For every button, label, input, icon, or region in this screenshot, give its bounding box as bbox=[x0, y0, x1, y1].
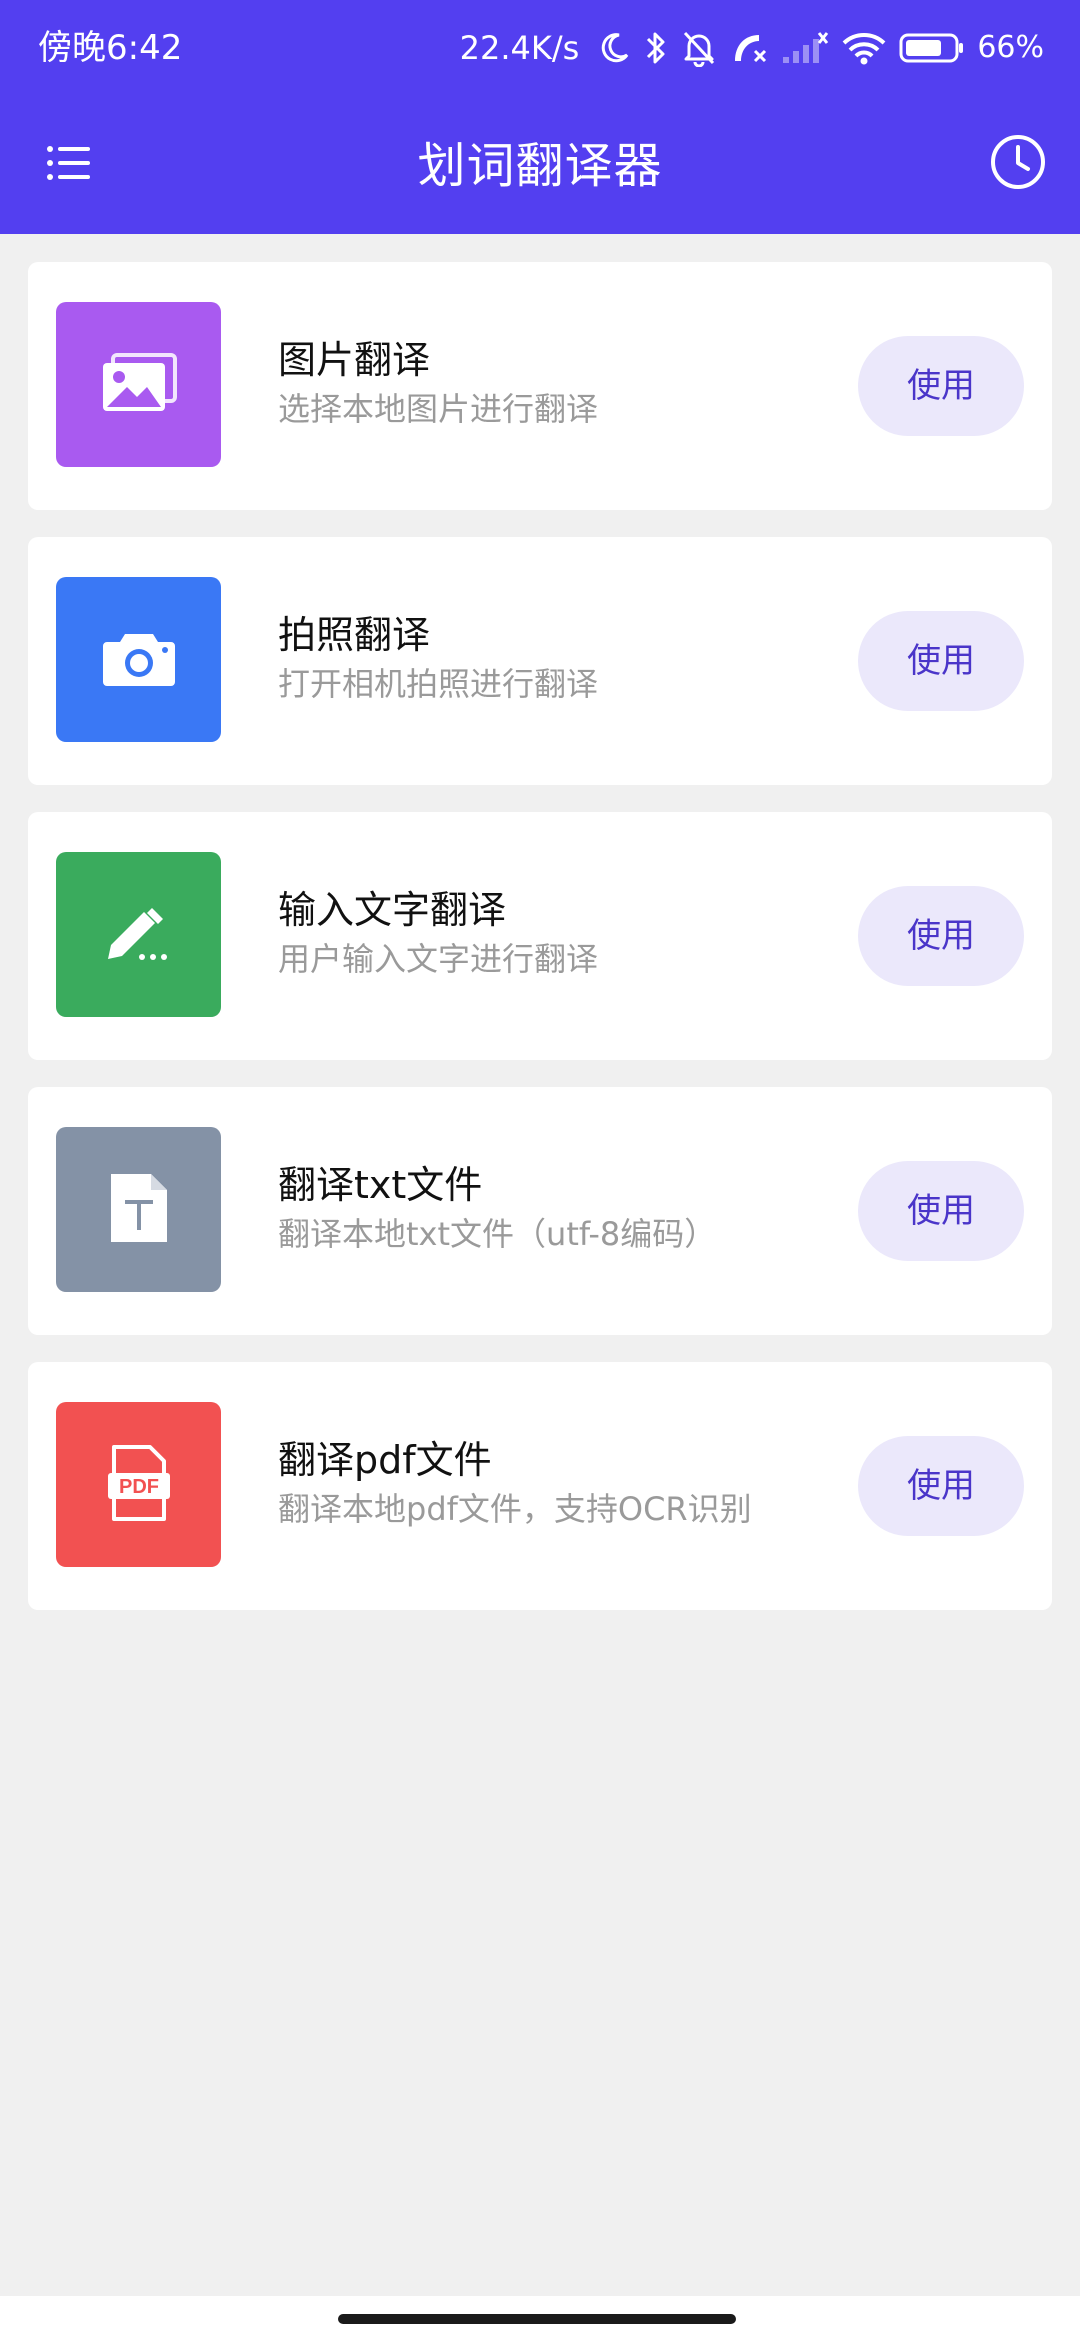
nav-bar bbox=[0, 2296, 1080, 2340]
bluetooth-icon bbox=[643, 29, 669, 67]
use-button-text-input[interactable]: 使用 bbox=[858, 886, 1024, 986]
pdf-label: PDF bbox=[119, 1476, 159, 1498]
feature-card-camera[interactable]: 拍照翻译 打开相机拍照进行翻译 使用 bbox=[28, 537, 1052, 785]
card-text: 翻译txt文件 翻译本地txt文件（utf-8编码） bbox=[278, 1161, 716, 1255]
feature-card-image[interactable]: 图片翻译 选择本地图片进行翻译 使用 bbox=[28, 262, 1052, 510]
net-speed: 22.4K/s bbox=[459, 29, 580, 67]
feature-list: 图片翻译 选择本地图片进行翻译 使用 拍照翻译 打开相机拍照进行翻译 使用 输入… bbox=[28, 262, 1052, 1637]
card-subtitle: 打开相机拍照进行翻译 bbox=[278, 665, 599, 703]
status-time: 傍晚6:42 bbox=[38, 28, 183, 68]
page-title: 划词翻译器 bbox=[417, 138, 663, 194]
pencil-icon bbox=[106, 905, 172, 965]
call-icon bbox=[729, 29, 769, 67]
use-button-image[interactable]: 使用 bbox=[858, 336, 1024, 436]
card-subtitle: 翻译本地txt文件（utf-8编码） bbox=[278, 1215, 717, 1253]
use-button-txt-file[interactable]: 使用 bbox=[858, 1161, 1024, 1261]
image-icon bbox=[101, 352, 177, 417]
battery-percent: 66% bbox=[977, 30, 1044, 65]
card-subtitle: 选择本地图片进行翻译 bbox=[278, 390, 599, 428]
feature-card-pdf-file[interactable]: PDF 翻译pdf文件 翻译本地pdf文件，支持OCR识别 使用 bbox=[28, 1362, 1052, 1610]
card-subtitle: 翻译本地pdf文件，支持OCR识别 bbox=[278, 1490, 752, 1528]
card-title: 图片翻译 bbox=[278, 338, 431, 382]
feature-icon-tile: PDF bbox=[56, 1402, 221, 1567]
card-text: 图片翻译 选择本地图片进行翻译 bbox=[278, 336, 598, 430]
card-title: 翻译pdf文件 bbox=[278, 1438, 492, 1482]
moon-icon bbox=[597, 31, 631, 65]
card-text: 输入文字翻译 用户输入文字进行翻译 bbox=[278, 886, 598, 980]
use-button-pdf-file[interactable]: 使用 bbox=[858, 1436, 1024, 1536]
card-subtitle: 用户输入文字进行翻译 bbox=[278, 940, 599, 978]
clock-icon bbox=[989, 133, 1047, 195]
card-title: 翻译txt文件 bbox=[278, 1163, 483, 1207]
wifi-icon bbox=[841, 30, 887, 66]
feature-icon-tile bbox=[56, 302, 221, 467]
signal-icon bbox=[781, 31, 829, 65]
battery-icon bbox=[899, 31, 965, 65]
history-button[interactable] bbox=[980, 126, 1056, 202]
home-indicator[interactable] bbox=[338, 2314, 736, 2324]
feature-card-txt-file[interactable]: 翻译txt文件 翻译本地txt文件（utf-8编码） 使用 bbox=[28, 1087, 1052, 1335]
feature-card-text-input[interactable]: 输入文字翻译 用户输入文字进行翻译 使用 bbox=[28, 812, 1052, 1060]
camera-icon bbox=[101, 628, 177, 692]
status-icons: 22.4K/s 66% bbox=[460, 20, 1044, 76]
feature-icon-tile bbox=[56, 577, 221, 742]
card-title: 拍照翻译 bbox=[278, 613, 431, 657]
feature-icon-tile bbox=[56, 1127, 221, 1292]
card-title: 输入文字翻译 bbox=[278, 888, 507, 932]
pdf-file-icon: PDF bbox=[106, 1444, 172, 1525]
use-button-camera[interactable]: 使用 bbox=[858, 611, 1024, 711]
feature-icon-tile bbox=[56, 852, 221, 1017]
text-file-icon bbox=[109, 1172, 169, 1248]
app-bar: 划词翻译器 bbox=[0, 96, 1080, 234]
bell-off-icon bbox=[681, 29, 717, 67]
card-text: 拍照翻译 打开相机拍照进行翻译 bbox=[278, 611, 598, 705]
status-bar: 傍晚6:42 22.4K/s 66% bbox=[0, 0, 1080, 96]
card-text: 翻译pdf文件 翻译本地pdf文件，支持OCR识别 bbox=[278, 1436, 752, 1530]
